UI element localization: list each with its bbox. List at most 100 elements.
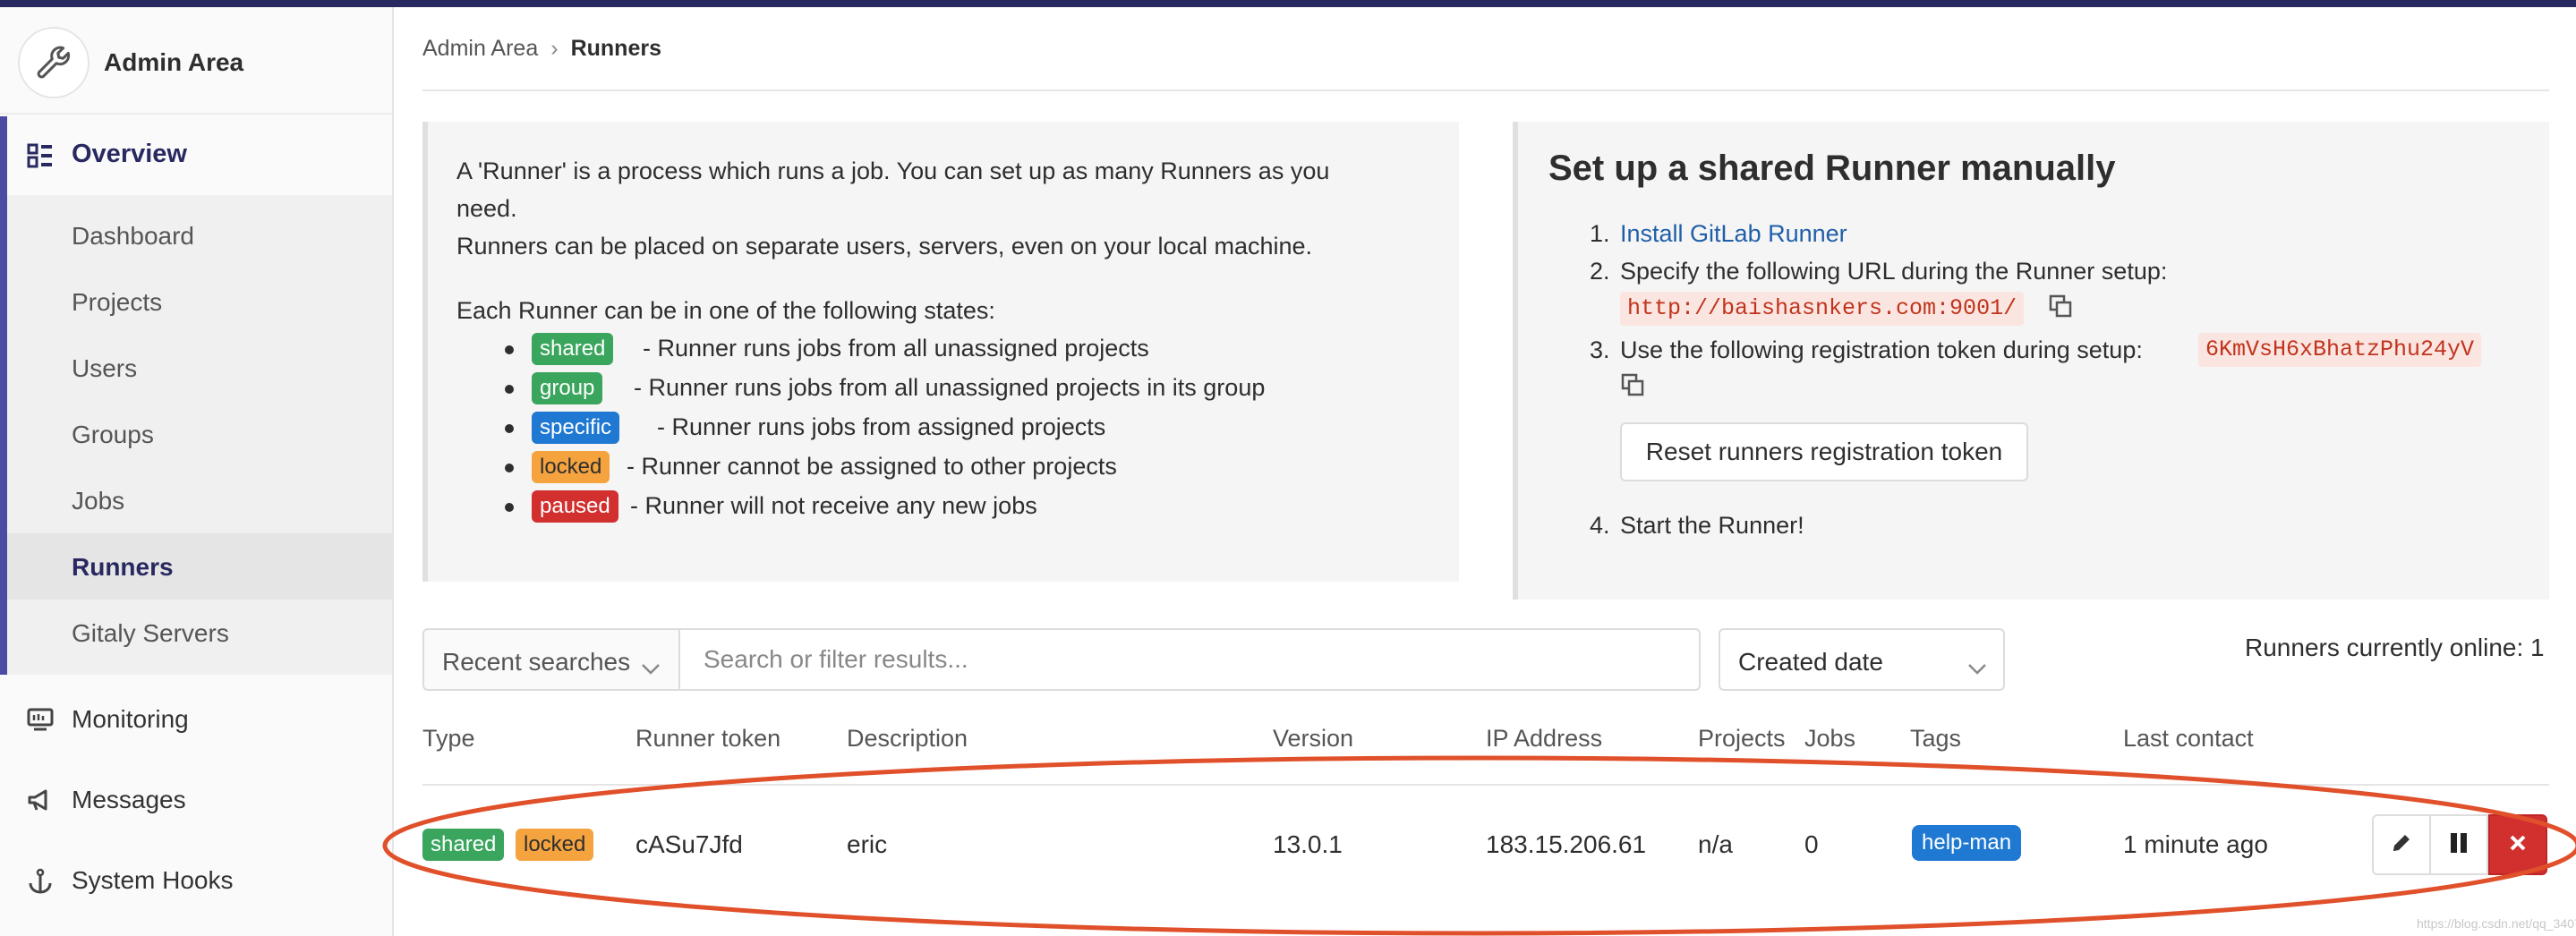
sidebar-item-messages-label: Messages (72, 786, 186, 813)
recent-searches-label: Recent searches (442, 648, 631, 676)
col-header-type: Type (422, 725, 475, 752)
sidebar-item-overview[interactable]: Overview (7, 116, 392, 195)
breadcrumb-separator: › (550, 36, 559, 61)
col-header-tags: Tags (1910, 725, 1962, 752)
state-paused-text: - Runner will not receive any new jobs (630, 492, 1037, 519)
registration-token-code: 6KmVsH6xBhatzPhu24yV (2198, 333, 2482, 367)
copy-url-icon[interactable] (2048, 294, 2073, 323)
info-text-line3: Runners can be placed on separate users,… (456, 233, 1313, 260)
sidebar-item-system-hooks[interactable]: System Hooks (0, 847, 392, 918)
sidebar-item-users[interactable]: Users (72, 354, 137, 383)
setup-step-start-text: Start the Runner! (1620, 512, 1804, 539)
sidebar-item-jobs[interactable]: Jobs (72, 487, 124, 515)
shared-badge: shared (422, 829, 505, 861)
sidebar-active-highlight (7, 533, 392, 600)
runner-tag: help-man (1912, 825, 2022, 861)
runner-jobs: 0 (1804, 830, 1819, 858)
sidebar: Admin Area Overview Dashboard Projects U… (0, 7, 394, 936)
runners-online-count: Runners currently online: 1 (2245, 634, 2545, 661)
locked-badge: locked (516, 829, 594, 861)
setup-step-token-text: Use the following registration token dur… (1620, 336, 2143, 363)
runner-info-panel: A 'Runner' is a process which runs a job… (422, 122, 1459, 582)
specific-badge: specific (532, 412, 620, 444)
breadcrumb: Admin Area › Runners (422, 36, 661, 62)
locked-badge: locked (532, 451, 610, 483)
state-specific-text: - Runner runs jobs from assigned project… (657, 413, 1106, 440)
runner-version: 13.0.1 (1273, 830, 1343, 858)
chevron-down-icon (641, 653, 661, 682)
state-shared-text: - Runner runs jobs from all unassigned p… (643, 335, 1149, 362)
breadcrumb-runners[interactable]: Runners (571, 36, 661, 61)
sidebar-item-monitoring[interactable]: Monitoring (0, 685, 392, 757)
wrench-icon (18, 27, 90, 98)
bullet (505, 424, 514, 433)
col-header-jobs: Jobs (1804, 725, 1856, 752)
breadcrumb-admin-area[interactable]: Admin Area (422, 36, 538, 61)
step-number: 3. (1590, 336, 1610, 363)
sidebar-overview-section: Overview Dashboard Projects Users Groups… (0, 116, 392, 675)
setup-step-url-text: Specify the following URL during the Run… (1620, 258, 2168, 285)
bullet (505, 345, 514, 354)
sidebar-item-runners[interactable]: Runners (72, 553, 174, 582)
overview-icon (27, 143, 54, 173)
step-number: 2. (1590, 258, 1610, 285)
sort-label: Created date (1738, 648, 1883, 676)
breadcrumb-divider (422, 89, 2549, 91)
sidebar-header[interactable]: Admin Area (0, 7, 392, 115)
sidebar-item-dashboard[interactable]: Dashboard (72, 222, 194, 251)
step-number: 1. (1590, 220, 1610, 247)
paused-badge: paused (532, 490, 618, 523)
table-header-divider (422, 784, 2549, 786)
setup-title: Set up a shared Runner manually (1548, 149, 2116, 188)
step-number: 4. (1590, 512, 1610, 539)
pause-icon (2448, 831, 2469, 859)
monitor-icon (27, 707, 54, 736)
info-text-line1: A 'Runner' is a process which runs a job… (456, 157, 1330, 184)
col-header-last-contact: Last contact (2123, 725, 2254, 752)
col-header-version: Version (1273, 725, 1354, 752)
col-header-runner-token: Runner token (635, 725, 781, 752)
edit-runner-button[interactable] (2372, 814, 2431, 875)
top-navbar-strip (0, 0, 2576, 7)
bullet (505, 385, 514, 394)
megaphone-icon (27, 787, 54, 817)
pause-runner-button[interactable] (2429, 814, 2488, 875)
shared-runner-setup-panel: Set up a shared Runner manually 1. Insta… (1513, 122, 2549, 600)
state-group-text: - Runner runs jobs from all unassigned p… (634, 374, 1266, 401)
sidebar-item-overview-label: Overview (72, 140, 187, 168)
pencil-icon (2390, 831, 2413, 859)
bullet (505, 503, 514, 512)
sidebar-item-gitaly-servers[interactable]: Gitaly Servers (72, 619, 229, 648)
runner-ip-address: 183.15.206.61 (1486, 830, 1647, 858)
sidebar-item-projects[interactable]: Projects (72, 288, 162, 317)
reset-token-button[interactable]: Reset runners registration token (1620, 422, 2028, 481)
chevron-down-icon (1967, 653, 1987, 682)
runner-last-contact: 1 minute ago (2123, 830, 2268, 858)
sort-dropdown[interactable]: Created date (1719, 628, 2005, 691)
col-header-ip-address: IP Address (1486, 725, 1603, 752)
shared-badge: shared (532, 333, 614, 365)
runner-url-code: http://baishasnkers.com:9001/ (1620, 292, 2025, 326)
sidebar-item-system-hooks-label: System Hooks (72, 866, 234, 894)
states-intro: Each Runner can be in one of the followi… (456, 297, 995, 324)
bullet (505, 464, 514, 472)
sidebar-item-monitoring-label: Monitoring (72, 705, 189, 733)
info-text-line2: need. (456, 195, 517, 222)
col-header-projects: Projects (1698, 725, 1786, 752)
state-locked-text: - Runner cannot be assigned to other pro… (627, 453, 1117, 480)
col-header-description: Description (847, 725, 968, 752)
anchor-icon (27, 868, 54, 899)
sidebar-item-groups[interactable]: Groups (72, 421, 154, 449)
recent-searches-dropdown[interactable]: Recent searches (422, 628, 680, 691)
group-badge: group (532, 372, 603, 404)
remove-runner-button[interactable] (2488, 814, 2547, 875)
search-input[interactable] (678, 628, 1701, 691)
runner-projects: n/a (1698, 830, 1733, 858)
install-gitlab-runner-link[interactable]: Install GitLab Runner (1620, 215, 1847, 252)
copy-token-icon[interactable] (1620, 372, 1645, 402)
close-icon (2509, 834, 2527, 856)
runner-description: eric (847, 830, 888, 858)
runner-token-link[interactable]: cASu7Jfd (635, 830, 743, 859)
sidebar-title: Admin Area (104, 48, 244, 76)
sidebar-item-messages[interactable]: Messages (0, 766, 392, 838)
